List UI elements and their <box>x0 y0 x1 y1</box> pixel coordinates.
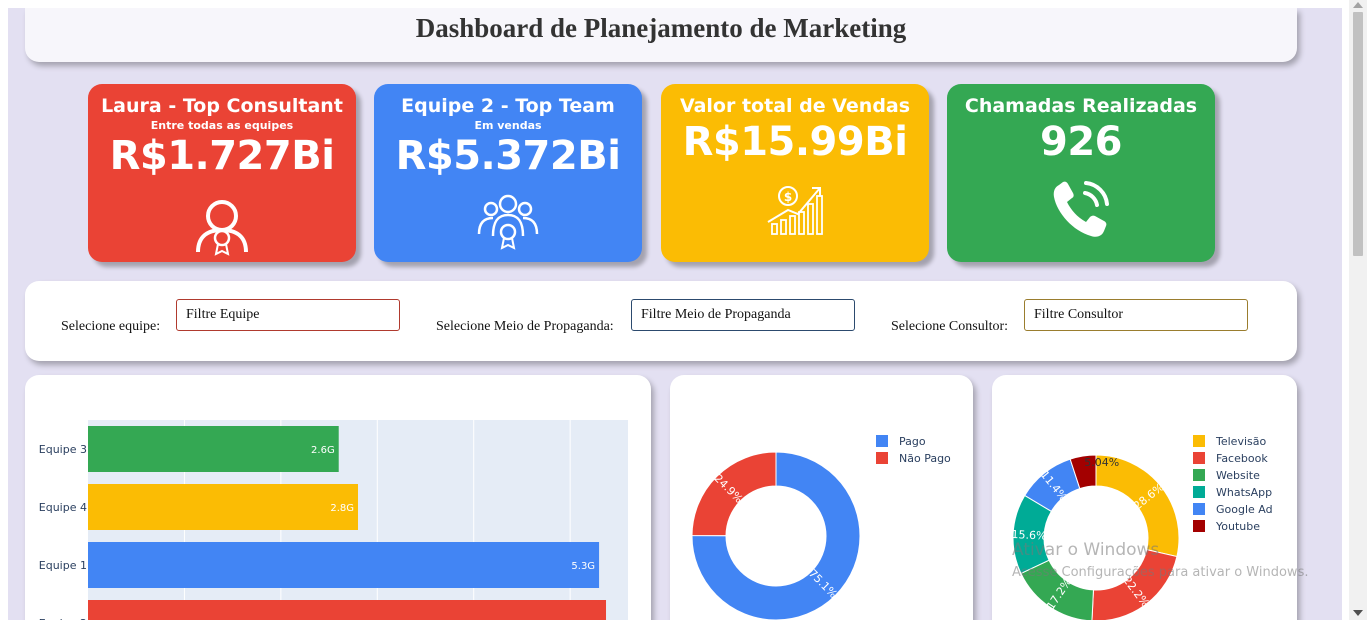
media-filter-dropdown[interactable]: Filtre Meio de Propaganda <box>631 299 855 331</box>
media-filter-label: Selecione Meio de Propaganda: <box>436 319 614 334</box>
legend-label: WhatsApp <box>1216 486 1272 499</box>
phone-icon <box>1053 181 1109 237</box>
kpi-value: R$5.372Bi <box>395 133 621 179</box>
team-filter-dropdown[interactable]: Filtre Equipe <box>176 299 400 331</box>
team-icon <box>477 194 539 250</box>
payment-status-donut-chart: 75.1%24.9%PagoNão Pago <box>691 435 951 620</box>
legend-swatch <box>876 452 888 464</box>
kpi-title: Laura - Top Consultant <box>101 95 343 117</box>
legend-label: Youtube <box>1215 520 1260 533</box>
kpi-title: Equipe 2 - Top Team <box>401 95 615 117</box>
kpi-value: 926 <box>1040 119 1123 165</box>
vertical-scrollbar[interactable] <box>1349 0 1367 620</box>
legend-label: Pago <box>899 435 926 448</box>
legend-swatch <box>1193 486 1205 498</box>
data-label: 2.8G <box>330 503 354 514</box>
legend-label: Website <box>1216 469 1260 482</box>
consultant-icon <box>196 200 248 256</box>
scroll-up-arrow-icon[interactable] <box>1353 2 1363 8</box>
bar <box>88 542 600 588</box>
kpi-card-calls: Chamadas Realizadas 926 <box>947 84 1215 262</box>
category-label: Equipe 3 <box>39 443 87 456</box>
media-channel-donut-chart: 28.6%22.2%17.2%15.6%11.4%5.04%TelevisãoF… <box>1011 435 1273 620</box>
kpi-value: R$15.99Bi <box>682 119 908 165</box>
kpi-value: R$1.727Bi <box>109 133 335 179</box>
legend-label: Google Ad <box>1216 503 1273 516</box>
consultant-filter-label: Selecione Consultor: <box>891 319 1009 334</box>
scroll-down-arrow-icon[interactable] <box>1353 610 1363 616</box>
sales-by-team-bar-chart: Equipe 32.6GEquipe 42.8GEquipe 15.3GEqui… <box>39 420 628 620</box>
data-label: 5.3G <box>571 561 595 572</box>
bar <box>88 600 607 620</box>
legend-swatch <box>1193 469 1205 481</box>
legend-swatch <box>1193 503 1205 515</box>
kpi-card-top-consultant: Laura - Top Consultant Entre todas as eq… <box>88 84 356 262</box>
legend-label: Não Pago <box>899 452 951 465</box>
legend-label: Facebook <box>1216 452 1268 465</box>
window-top-edge <box>0 0 1367 4</box>
category-label: Equipe 1 <box>39 559 87 572</box>
slice-label: 5.04% <box>1084 456 1119 469</box>
kpi-subtitle: Em vendas <box>474 119 542 132</box>
page-title: Dashboard de Planejamento de Marketing <box>415 13 907 43</box>
dashboard-header: Dashboard de Planejamento de Marketing <box>25 8 1297 62</box>
category-label: Equipe 4 <box>39 501 87 514</box>
legend-swatch <box>1193 452 1205 464</box>
kpi-card-total-sales: Valor total de Vendas R$15.99Bi $ <box>661 84 929 262</box>
kpi-card-top-team: Equipe 2 - Top Team Em vendas R$5.372Bi <box>374 84 642 262</box>
bar <box>88 484 358 530</box>
legend-swatch <box>876 435 888 447</box>
sales-growth-icon: $ <box>767 186 823 235</box>
slice-label: 15.6% <box>1011 528 1047 543</box>
kpi-title: Valor total de Vendas <box>679 95 911 117</box>
payment-status-card: 75.1% 24.9% Pago Não Pago <box>670 375 973 620</box>
dashboard-page: Dashboard de Planejamento de Marketing L… <box>8 8 1342 620</box>
bar <box>88 426 339 472</box>
svg-text:$: $ <box>784 190 792 204</box>
legend-swatch <box>1193 520 1205 532</box>
data-label: 2.6G <box>311 445 335 456</box>
consultant-filter-dropdown[interactable]: Filtre Consultor <box>1024 299 1248 331</box>
kpi-title: Chamadas Realizadas <box>964 95 1198 117</box>
media-channel-card: 28.6% 22.2% 17.2% 15.6% 11.4% 5.04% Televisão F… <box>992 375 1297 620</box>
kpi-subtitle: Entre todas as equipes <box>150 119 294 132</box>
legend-swatch <box>1193 435 1205 447</box>
filters-panel: Selecione equipe: Filtre Equipe Selecion… <box>25 281 1297 361</box>
team-filter-label: Selecione equipe: <box>61 319 161 334</box>
legend-label: Televisão <box>1215 435 1266 448</box>
sales-by-team-card: Equipe 32.6GEquipe 42.8GEquipe 15.3GEqui… <box>25 375 651 620</box>
scrollbar-thumb[interactable] <box>1353 12 1363 256</box>
